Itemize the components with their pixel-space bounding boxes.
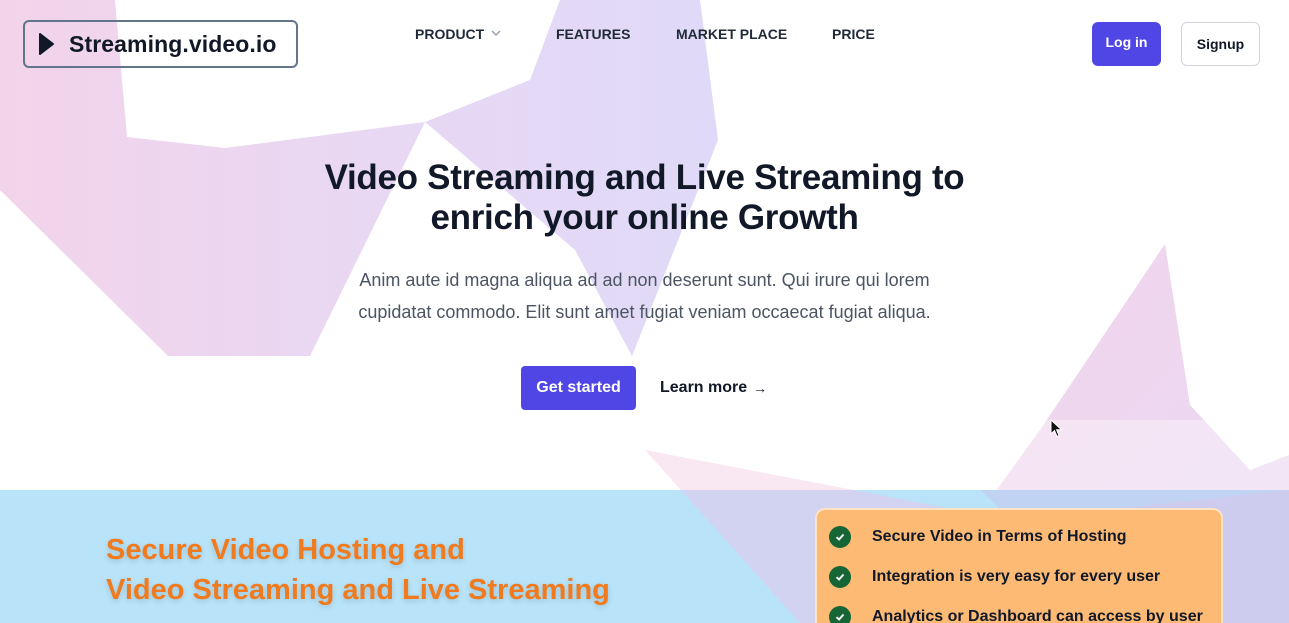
nav-item-product[interactable]: PRODUCT: [415, 26, 502, 42]
hero-title: Video Streaming and Live Streaming to en…: [324, 158, 965, 237]
hero-subtitle: Anim aute id magna aliqua ad ad non dese…: [358, 270, 931, 322]
login-button[interactable]: Log in: [1092, 22, 1161, 66]
play-icon: [35, 33, 57, 55]
check-circle-icon: [829, 526, 851, 548]
check-circle-icon: [829, 606, 851, 623]
section-title-line2: Video Streaming and Live Streaming: [106, 574, 610, 606]
get-started-button[interactable]: Get started: [521, 366, 636, 410]
nav-item-label: FEATURES: [556, 26, 631, 42]
nav-item-label: MARKET PLACE: [676, 26, 788, 42]
nav-item-market-place[interactable]: MARKET PLACE: [676, 26, 787, 42]
feature-item: Integration is very easy for every user: [829, 564, 1221, 604]
signup-button[interactable]: Signup: [1181, 22, 1260, 66]
logo-text: Streaming.video.io: [69, 30, 277, 57]
feature-text: Integration is very easy for every user: [872, 568, 1161, 585]
feature-item: Analytics or Dashboard can access by use…: [829, 604, 1221, 623]
chevron-down-icon: [490, 26, 502, 42]
site-header: Streaming.video.io PRODUCT FEATURES MARK…: [0, 0, 1289, 88]
section-title-line1: Secure Video Hosting and: [106, 534, 465, 566]
feature-item: Secure Video in Terms of Hosting: [829, 524, 1221, 564]
nav-item-features[interactable]: FEATURES: [556, 26, 630, 42]
nav-item-label: PRICE: [832, 26, 875, 42]
features-card: Secure Video in Terms of Hosting Integra…: [815, 508, 1223, 623]
hero-actions: Get started Learn more →: [521, 366, 767, 410]
feature-text: Secure Video in Terms of Hosting: [872, 528, 1127, 545]
nav-item-label: PRODUCT: [415, 26, 485, 42]
learn-more-link[interactable]: Learn more →: [660, 379, 767, 397]
feature-text: Analytics or Dashboard can access by use…: [872, 608, 1203, 623]
site-logo[interactable]: Streaming.video.io: [23, 20, 298, 68]
nav-item-price[interactable]: PRICE: [832, 26, 875, 42]
learn-more-label: Learn more: [660, 379, 748, 396]
hero-section: Video Streaming and Live Streaming to en…: [0, 150, 1289, 410]
features-section: Secure Video Hosting and Video Streaming…: [0, 490, 1289, 623]
arrow-right-icon: →: [753, 380, 768, 396]
mouse-cursor-icon: [1050, 419, 1063, 438]
check-circle-icon: [829, 566, 851, 588]
section-title: Secure Video Hosting and Video Streaming…: [106, 530, 610, 610]
